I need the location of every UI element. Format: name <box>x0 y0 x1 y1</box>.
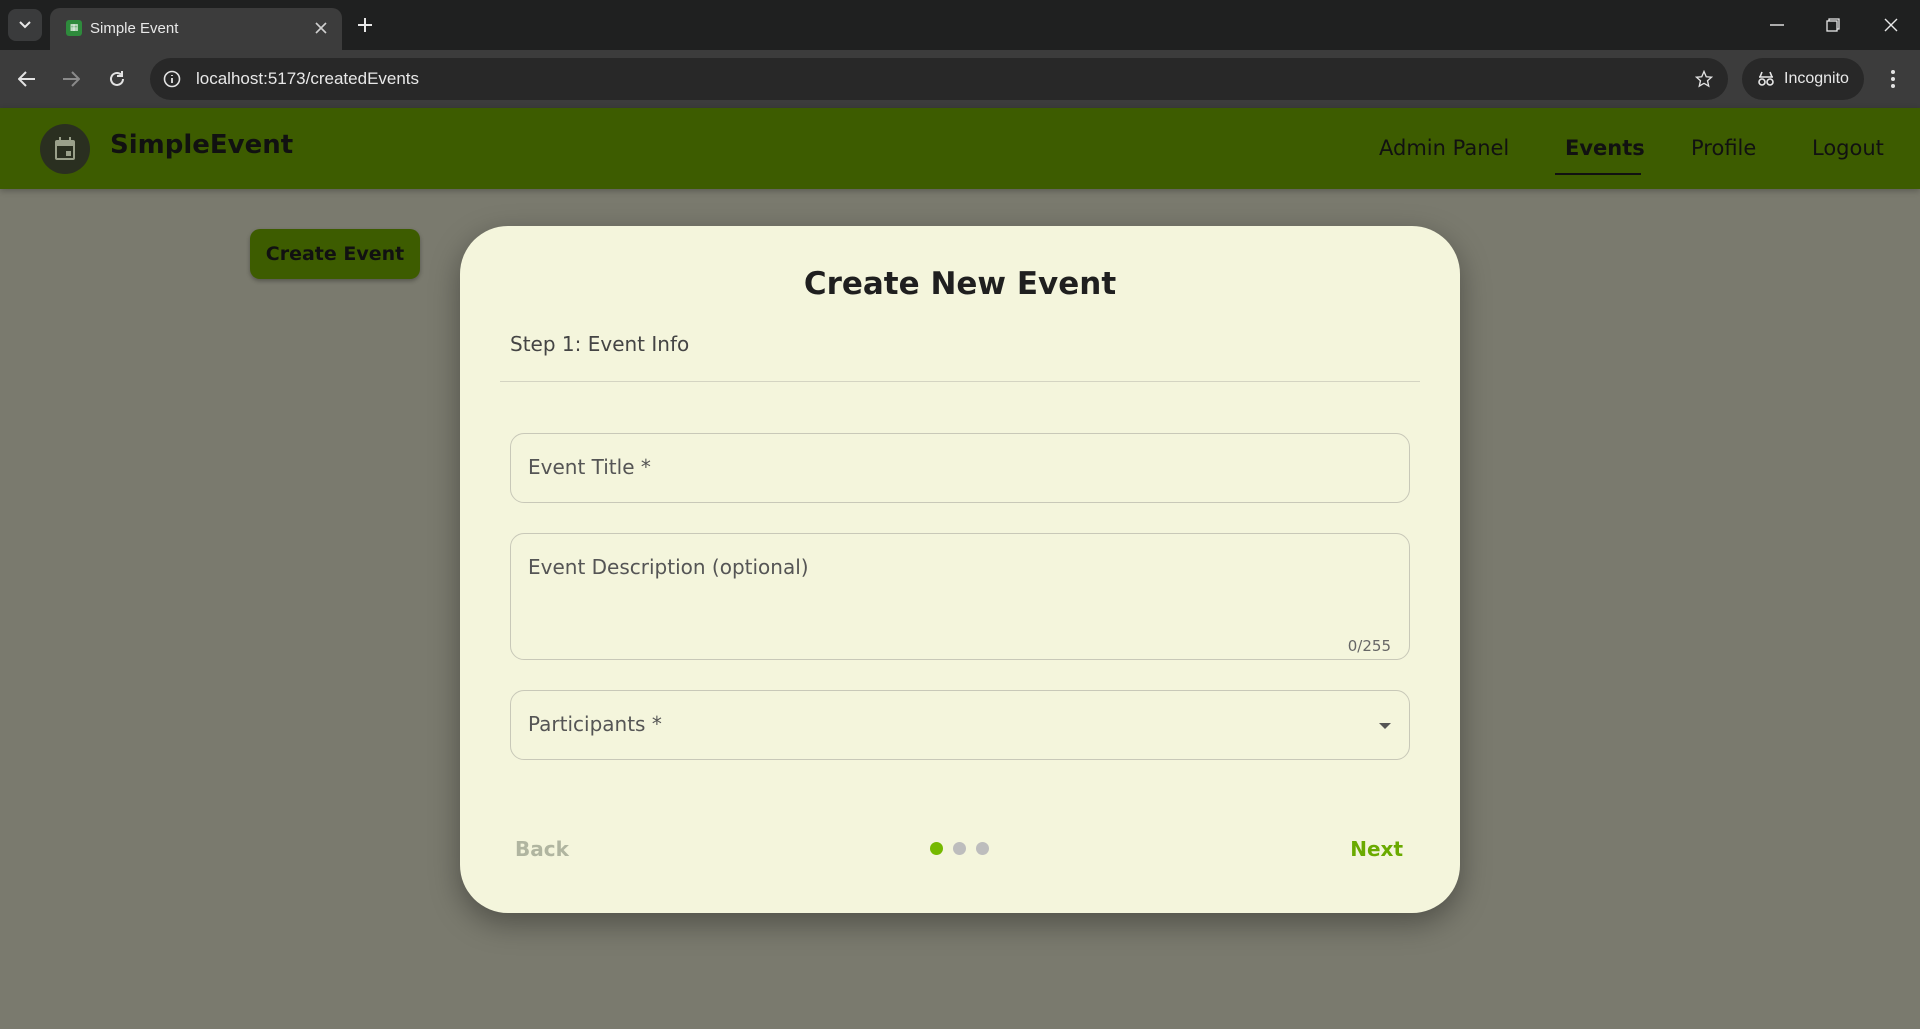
tab-search-button[interactable] <box>8 9 42 41</box>
incognito-icon <box>1758 71 1774 86</box>
close-tab-button[interactable] <box>310 17 332 39</box>
step-indicator <box>930 842 989 855</box>
close-window-button[interactable] <box>1876 12 1906 38</box>
dialog-title: Create New Event <box>803 266 1117 302</box>
minimize-icon <box>1770 24 1784 26</box>
browser-toolbar: localhost:5173/createdEvents Incognito <box>0 50 1920 108</box>
restore-button[interactable] <box>1818 12 1848 38</box>
bookmark-star-button[interactable] <box>1692 67 1716 91</box>
event-description-field[interactable]: Event Description (optional) 0/255 <box>510 533 1410 660</box>
event-title-field[interactable]: Event Title * <box>510 433 1410 503</box>
step-dot-1 <box>930 842 943 855</box>
back-button[interactable]: Back <box>515 837 569 861</box>
step-label: Step 1: Event Info <box>510 332 690 356</box>
browser-menu-button[interactable] <box>1878 64 1908 94</box>
app-logo <box>40 124 90 174</box>
nav-profile[interactable]: Profile <box>1691 136 1756 160</box>
create-event-dialog: Create New Event Step 1: Event Info Even… <box>460 226 1460 913</box>
plus-icon <box>358 18 372 32</box>
step-dot-2 <box>953 842 966 855</box>
url-text[interactable]: localhost:5173/createdEvents <box>196 69 419 89</box>
back-nav-button[interactable] <box>12 64 42 94</box>
browser-tab-active[interactable]: ▦ Simple Event <box>50 8 342 50</box>
info-icon <box>163 70 181 88</box>
participants-label: Participants * <box>528 712 662 736</box>
next-button[interactable]: Next <box>1350 837 1403 861</box>
active-nav-indicator <box>1555 173 1641 175</box>
restore-icon <box>1826 18 1840 32</box>
arrow-right-icon <box>63 71 80 87</box>
create-event-button[interactable]: Create Event <box>250 229 420 279</box>
nav-admin-panel[interactable]: Admin Panel <box>1379 136 1509 160</box>
participants-select[interactable]: Participants * <box>510 690 1410 760</box>
reload-icon <box>110 71 124 86</box>
site-info-icon[interactable] <box>160 67 184 91</box>
event-description-label: Event Description (optional) <box>528 555 809 579</box>
incognito-indicator[interactable]: Incognito <box>1742 58 1864 100</box>
dropdown-arrow-icon <box>1379 723 1391 729</box>
event-title-label: Event Title * <box>528 455 651 479</box>
brand-name[interactable]: SimpleEvent <box>110 130 293 160</box>
browser-tab-bar: ▦ Simple Event <box>0 0 1920 50</box>
minimize-button[interactable] <box>1762 12 1792 38</box>
nav-logout[interactable]: Logout <box>1812 136 1884 160</box>
tab-title: Simple Event <box>90 20 179 37</box>
address-bar[interactable]: localhost:5173/createdEvents <box>150 58 1728 100</box>
close-icon <box>315 22 327 34</box>
star-icon <box>1695 70 1713 88</box>
chevron-down-icon <box>19 21 31 29</box>
step-dot-3 <box>976 842 989 855</box>
incognito-label: Incognito <box>1784 70 1849 87</box>
character-counter: 0/255 <box>1347 637 1391 655</box>
forward-nav-button[interactable] <box>56 64 86 94</box>
close-icon <box>1884 18 1898 32</box>
arrow-left-icon <box>18 71 35 87</box>
divider <box>500 381 1420 382</box>
reload-button[interactable] <box>102 64 132 94</box>
app-header: SimpleEvent Admin Panel Events Profile L… <box>0 108 1920 189</box>
calendar-favicon-icon: ▦ <box>66 20 82 36</box>
more-vertical-icon <box>1891 70 1895 88</box>
new-tab-button[interactable] <box>352 12 378 38</box>
nav-events[interactable]: Events <box>1565 136 1645 160</box>
calendar-icon <box>55 137 75 160</box>
